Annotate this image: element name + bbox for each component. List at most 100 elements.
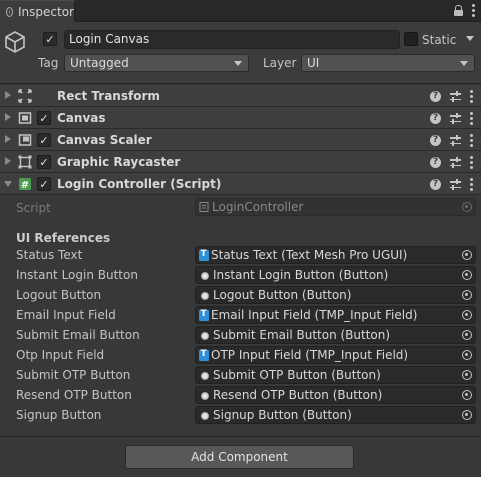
object-name-field[interactable]: Login Canvas [64,30,400,49]
script-icon: # [19,178,31,191]
script-field: LoginController [195,198,476,216]
component-menu-icon[interactable] [470,90,473,103]
help-icon[interactable]: ? [430,135,441,146]
tab-inspector[interactable]: Inspector [0,0,75,22]
object-picker-icon[interactable] [462,410,472,420]
expand-arrow-icon[interactable] [5,113,11,121]
component-enabled-toggle[interactable]: ✓ [37,111,51,125]
ui-references-title: UI References [16,231,111,245]
field-value: Signup Button (Button) [213,408,352,422]
component-graphic-raycaster[interactable]: ✓ Graphic Raycaster ? [0,151,481,173]
layer-dropdown[interactable]: UI [301,54,475,72]
component-tools: ? [430,178,473,191]
help-icon[interactable]: ? [430,157,441,168]
object-picker-icon[interactable] [462,310,472,320]
field-value: OTP Input Field (TMP_Input Field) [211,348,409,362]
component-canvas-scaler[interactable]: ✓ Canvas Scaler ? [0,129,481,151]
layer-value: UI [307,56,320,70]
active-toggle[interactable]: ✓ [43,32,57,46]
layer-label: Layer [263,56,297,70]
component-tools: ? [430,90,473,103]
field-value: Email Input Field (TMP_Input Field) [211,308,418,322]
component-name: Graphic Raycaster [57,155,181,169]
field-label: Email Input Field [16,308,116,322]
tab-tools [454,4,475,17]
script-file-icon [199,202,209,212]
component-menu-icon[interactable] [470,156,473,169]
object-picker-icon[interactable] [462,270,472,280]
inspector-header: ✓ Login Canvas Static Tag Untagged Layer… [0,22,481,84]
static-dropdown-icon[interactable] [466,36,474,41]
object-picker-icon[interactable] [462,370,472,380]
preset-sliders-icon[interactable] [450,179,461,190]
inspector-info-icon [6,6,14,17]
preset-sliders-icon[interactable] [450,113,461,124]
divider [0,436,481,437]
field-value: Status Text (Text Mesh Pro UGUI) [211,248,408,262]
component-menu-icon[interactable] [470,134,473,147]
button-icon [201,292,209,300]
component-tools: ? [430,112,473,125]
object-picker-icon[interactable] [462,290,472,300]
button-icon [201,332,209,340]
tag-dropdown[interactable]: Untagged [64,54,249,72]
object-picker-icon[interactable] [462,390,472,400]
lock-icon[interactable] [454,5,463,16]
help-icon[interactable]: ? [430,91,441,102]
canvas-icon [18,112,32,124]
object-picker-icon[interactable] [462,250,472,260]
svg-text:#: # [21,180,29,191]
field-label: Submit Email Button [16,328,140,342]
component-name: Login Controller (Script) [57,177,222,191]
component-login-controller[interactable]: # ✓ Login Controller (Script) ? [0,173,481,195]
button-icon [201,372,209,380]
preset-sliders-icon[interactable] [450,91,461,102]
component-enabled-toggle[interactable]: ✓ [37,177,51,191]
help-icon[interactable]: ? [430,179,441,190]
status-text-field[interactable]: Status Text (Text Mesh Pro UGUI) [195,246,476,264]
field-label: Resend OTP Button [16,388,132,402]
component-tools: ? [430,134,473,147]
tag-label: Tag [38,56,59,70]
add-component-button[interactable]: Add Component [125,445,354,469]
graphic-raycaster-icon [18,155,32,169]
gameobject-cube-icon [5,31,25,53]
otp-input-field-field[interactable]: OTP Input Field (TMP_Input Field) [195,346,476,364]
preset-sliders-icon[interactable] [450,157,461,168]
logout-button-field[interactable]: Logout Button (Button) [195,286,476,304]
tag-value: Untagged [70,56,129,70]
component-enabled-toggle[interactable]: ✓ [37,155,51,169]
collapse-arrow-icon[interactable] [4,181,12,187]
canvas-scaler-icon [18,134,32,146]
component-menu-icon[interactable] [470,112,473,125]
preset-sliders-icon[interactable] [450,135,461,146]
signup-button-field[interactable]: Signup Button (Button) [195,406,476,424]
object-picker-icon[interactable] [462,350,472,360]
window-menu-icon[interactable] [472,4,475,17]
component-enabled-toggle[interactable]: ✓ [37,133,51,147]
expand-arrow-icon[interactable] [5,91,11,99]
email-input-field-field[interactable]: Email Input Field (TMP_Input Field) [195,306,476,324]
submit-email-button-field[interactable]: Submit Email Button (Button) [195,326,476,344]
tab-inspector-label: Inspector [18,4,74,19]
static-toggle[interactable] [404,32,418,46]
login-controller-body: Script LoginController UI References Sta… [0,195,481,435]
script-value: LoginController [212,200,304,214]
component-canvas[interactable]: ✓ Canvas ? [0,107,481,129]
object-picker-icon[interactable] [462,330,472,340]
component-name: Rect Transform [57,89,160,103]
component-tools: ? [430,156,473,169]
component-menu-icon[interactable] [470,178,473,191]
submit-otp-button-field[interactable]: Submit OTP Button (Button) [195,366,476,384]
component-rect-transform[interactable]: Rect Transform ? [0,85,481,107]
field-label: Logout Button [16,288,102,302]
object-picker-icon [462,202,472,212]
window-tab-bar: Inspector [0,0,481,22]
field-label: Signup Button [16,408,102,422]
expand-arrow-icon[interactable] [5,157,11,165]
instant-login-button-field[interactable]: Instant Login Button (Button) [195,266,476,284]
resend-otp-button-field[interactable]: Resend OTP Button (Button) [195,386,476,404]
expand-arrow-icon[interactable] [5,135,11,143]
component-name: Canvas Scaler [57,133,152,147]
help-icon[interactable]: ? [430,113,441,124]
